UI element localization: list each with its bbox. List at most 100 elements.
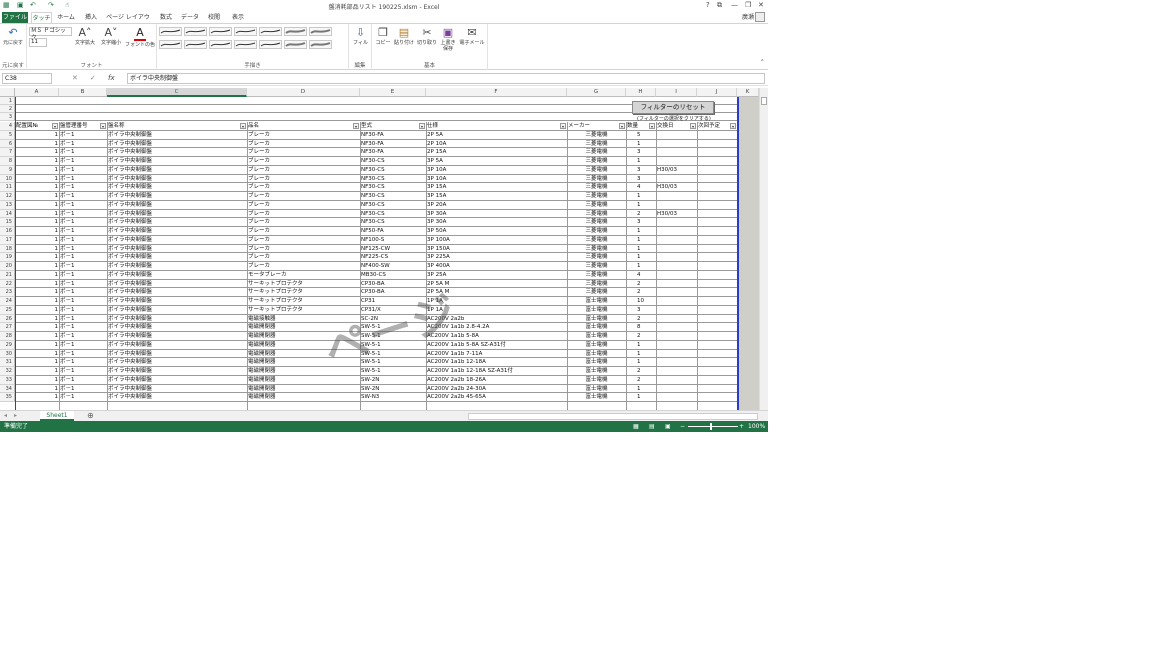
pen-style-11[interactable] (234, 40, 257, 49)
filter-dropdown-icon[interactable]: ▾ (419, 123, 425, 129)
table-cell[interactable]: ボ－1 (59, 166, 107, 175)
table-cell[interactable] (656, 236, 697, 245)
table-cell[interactable]: ブレーカ (247, 210, 360, 219)
table-cell[interactable]: AC200V 2a2b 24-30A (426, 385, 567, 394)
header-cell[interactable]: 盤管理番号 (59, 122, 99, 131)
table-cell[interactable]: サーキットプロテクタ (247, 297, 360, 306)
table-cell[interactable]: ボイラ中央制御盤 (107, 236, 247, 245)
maximize-icon[interactable]: ❐ (745, 1, 751, 10)
table-cell[interactable]: ブレーカ (247, 192, 360, 201)
filter-dropdown-icon[interactable]: ▾ (690, 123, 696, 129)
table-cell[interactable]: 1 (15, 210, 59, 219)
table-cell[interactable]: 1 (15, 157, 59, 166)
header-cell[interactable]: 型式 (360, 122, 418, 131)
table-cell[interactable]: ボ－1 (59, 323, 107, 332)
table-cell[interactable]: 3 (636, 175, 656, 184)
pen-style-5[interactable] (259, 27, 282, 36)
table-cell[interactable]: ボ－1 (59, 288, 107, 297)
table-cell[interactable]: 富士電機 (567, 367, 626, 376)
table-cell[interactable] (656, 245, 697, 254)
table-cell[interactable]: ボイラ中央制御盤 (107, 245, 247, 254)
table-cell[interactable]: 三菱電機 (567, 262, 626, 271)
table-cell[interactable]: ボ－1 (59, 175, 107, 184)
table-cell[interactable]: MB30-CS (360, 271, 426, 280)
table-cell[interactable]: ブレーカ (247, 201, 360, 210)
table-cell[interactable] (656, 271, 697, 280)
table-cell[interactable]: 1 (15, 297, 59, 306)
table-cell[interactable]: NF225-CS (360, 253, 426, 262)
row-header[interactable]: 32 (0, 367, 15, 376)
table-cell[interactable]: 3P 150A (426, 245, 567, 254)
table-cell[interactable]: SW-2N (360, 385, 426, 394)
table-cell[interactable]: 1 (636, 253, 656, 262)
table-cell[interactable]: ボ－1 (59, 183, 107, 192)
table-cell[interactable]: 富士電機 (567, 323, 626, 332)
table-cell[interactable]: ボ－1 (59, 376, 107, 385)
table-cell[interactable]: ブレーカ (247, 183, 360, 192)
table-cell[interactable]: ボイラ中央制御盤 (107, 227, 247, 236)
pen-style-9[interactable] (184, 40, 207, 49)
table-cell[interactable]: ボイラ中央制御盤 (107, 332, 247, 341)
table-cell[interactable]: 1 (636, 393, 656, 402)
table-cell[interactable]: ブレーカ (247, 262, 360, 271)
header-cell[interactable]: 品名 (247, 122, 352, 131)
table-cell[interactable]: 2P 5A (426, 131, 567, 140)
pen-style-13[interactable] (284, 40, 307, 49)
table-cell[interactable]: ボ－1 (59, 315, 107, 324)
table-cell[interactable]: 1 (15, 358, 59, 367)
table-cell[interactable]: 2P 15A (426, 148, 567, 157)
table-cell[interactable]: 1 (15, 262, 59, 271)
table-cell[interactable]: ブレーカ (247, 253, 360, 262)
table-cell[interactable]: AC200V 1a1b 12-18A (426, 358, 567, 367)
table-cell[interactable] (656, 192, 697, 201)
table-cell[interactable]: ボ－1 (59, 140, 107, 149)
table-cell[interactable]: 三菱電機 (567, 183, 626, 192)
tab-formulas[interactable]: 数式 (156, 12, 176, 23)
copy-button[interactable]: ❐ コピー (374, 27, 392, 47)
pen-style-6[interactable] (284, 27, 307, 36)
table-cell[interactable]: 富士電機 (567, 341, 626, 350)
row-header[interactable]: 28 (0, 332, 15, 341)
table-cell[interactable]: 1 (636, 157, 656, 166)
table-cell[interactable]: ボ－1 (59, 332, 107, 341)
table-cell[interactable]: 1 (636, 245, 656, 254)
table-cell[interactable]: 1 (636, 140, 656, 149)
table-cell[interactable]: 2P 10A (426, 140, 567, 149)
table-cell[interactable]: ボ－1 (59, 393, 107, 402)
paste-button[interactable]: ▤ 貼り付け (393, 27, 415, 47)
table-cell[interactable]: ボ－1 (59, 192, 107, 201)
filter-dropdown-icon[interactable]: ▾ (52, 123, 58, 129)
table-cell[interactable]: ブレーカ (247, 175, 360, 184)
table-cell[interactable] (656, 253, 697, 262)
table-cell[interactable]: 2 (636, 288, 656, 297)
table-cell[interactable]: 3P 10A (426, 166, 567, 175)
table-cell[interactable]: NF125-CW (360, 245, 426, 254)
table-cell[interactable]: ボ－1 (59, 210, 107, 219)
filter-dropdown-icon[interactable]: ▾ (560, 123, 566, 129)
column-header-a[interactable]: A (15, 88, 59, 97)
table-cell[interactable] (656, 280, 697, 289)
function-icon[interactable]: fx (108, 74, 115, 82)
collapse-ribbon-icon[interactable]: ˄ (761, 59, 765, 67)
row-header[interactable]: 4 (0, 122, 15, 131)
table-cell[interactable]: 1 (636, 350, 656, 359)
table-cell[interactable]: 三菱電機 (567, 175, 626, 184)
row-header[interactable]: 30 (0, 349, 15, 359)
table-cell[interactable]: ブレーカ (247, 157, 360, 166)
cancel-icon[interactable]: ✕ (72, 74, 78, 82)
table-cell[interactable]: ブレーカ (247, 245, 360, 254)
row-header[interactable]: 17 (0, 235, 15, 245)
filter-reset-button[interactable]: フィルターのリセット (632, 101, 714, 114)
column-header-e[interactable]: E (360, 88, 426, 97)
tab-file[interactable]: ファイル (2, 12, 28, 23)
column-header-c[interactable]: C (107, 88, 247, 97)
row-header[interactable]: 7 (0, 148, 15, 157)
table-cell[interactable]: 1 (15, 350, 59, 359)
select-all-corner[interactable] (0, 88, 15, 97)
table-cell[interactable]: 1 (636, 341, 656, 350)
table-cell[interactable]: ボ－1 (59, 341, 107, 350)
table-cell[interactable]: NF30-CS (360, 201, 426, 210)
table-cell[interactable]: NF50-FA (360, 227, 426, 236)
table-cell[interactable]: ボ－1 (59, 201, 107, 210)
table-cell[interactable]: ボイラ中央制御盤 (107, 358, 247, 367)
